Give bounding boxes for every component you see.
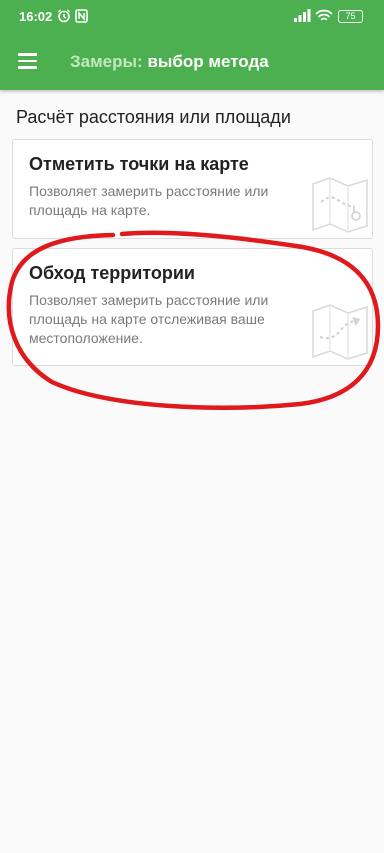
hamburger-menu-icon[interactable] [18,53,38,71]
section-title: Расчёт расстояния или площади [16,107,291,127]
status-bar: 16:02 75 [0,0,384,34]
method-title: Отметить точки на карте [29,154,249,174]
method-description: Позволяет замерить расстояние или площад… [29,292,269,346]
method-card-mark-points[interactable]: Отметить точки на карте Позволяет замери… [12,139,373,239]
page-title: Замеры: выбор метода [70,52,269,72]
signal-icon [294,9,311,22]
title-prefix: Замеры: [70,52,143,71]
status-time: 16:02 [19,9,53,24]
map-route-icon [312,304,368,360]
wifi-icon [315,9,333,21]
title-main: выбор метода [147,52,269,71]
battery-icon: 75 [338,10,363,23]
alarm-icon [58,9,70,23]
map-tap-icon [312,177,368,233]
method-title: Обход территории [29,263,195,283]
nfc-icon [75,9,88,23]
method-description: Позволяет замерить расстояние или площад… [29,183,269,218]
app-bar: Замеры: выбор метода [0,34,384,90]
method-card-walk-territory[interactable]: Обход территории Позволяет замерить расс… [12,248,373,366]
